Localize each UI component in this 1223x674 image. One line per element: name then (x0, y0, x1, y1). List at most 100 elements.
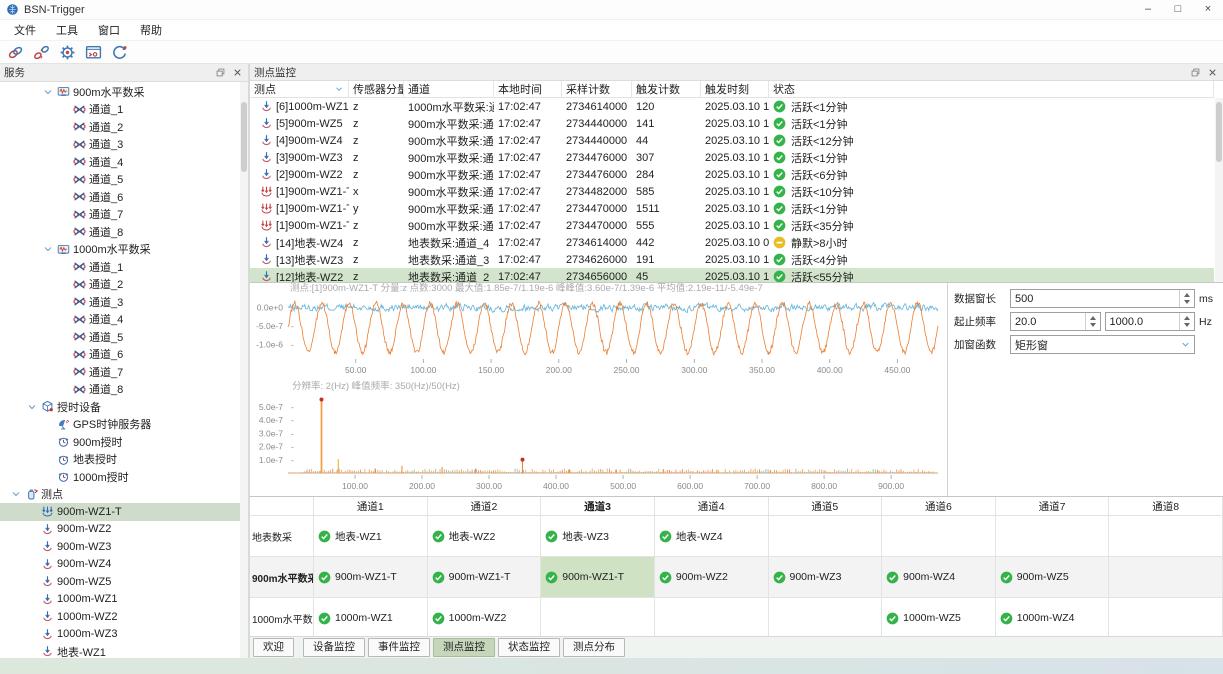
tree-item-通道_1[interactable]: 通道_1 (0, 258, 248, 276)
spinner-buttons[interactable] (1179, 290, 1194, 307)
column-header-通道[interactable]: 通道 (404, 81, 494, 97)
close-panel-icon[interactable] (1206, 67, 1219, 78)
grid-cell-地表-WZ1[interactable]: 地表-WZ1 (314, 516, 428, 557)
expander-icon[interactable] (10, 488, 22, 500)
minimize-button[interactable]: – (1133, 0, 1163, 19)
tree-item-1000m授时[interactable]: 1000m授时 (0, 468, 248, 486)
grid-row-label-1000m水平数采[interactable]: 1000m水平数采 (250, 598, 314, 637)
tab-状态监控[interactable]: 状态监控 (498, 638, 560, 657)
table-row-[14]地表-WZ4-z[interactable]: [14]地表-WZ4z地表数采:通道_417:02:47273461400044… (250, 234, 1214, 251)
tree-item-地表-WZ1[interactable]: 地表-WZ1 (0, 643, 248, 658)
tree-item-900m-WZ1-T[interactable]: 900m-WZ1-T (0, 503, 248, 521)
settings-icon[interactable] (59, 44, 76, 61)
grid-cell-900m-WZ2[interactable]: 900m-WZ2 (655, 557, 769, 598)
tree-item-通道_3[interactable]: 通道_3 (0, 136, 248, 154)
column-header-采样计数[interactable]: 采样计数 (562, 81, 632, 97)
tab-事件监控[interactable]: 事件监控 (368, 638, 430, 657)
tree-item-通道_5[interactable]: 通道_5 (0, 328, 248, 346)
tab-测点分布[interactable]: 测点分布 (563, 638, 625, 657)
tree-item-通道_6[interactable]: 通道_6 (0, 188, 248, 206)
grid-cell-地表-WZ3[interactable]: 地表-WZ3 (541, 516, 655, 557)
grid-col-header-通道5[interactable]: 通道5 (769, 497, 883, 516)
tree-item-授时设备[interactable]: 授时设备 (0, 398, 248, 416)
grid-cell-900m-WZ1-T[interactable]: 900m-WZ1-T (314, 557, 428, 598)
table-scrollbar[interactable] (1215, 98, 1223, 282)
window-fn-select[interactable]: 矩形窗 (1010, 335, 1195, 354)
tab-测点监控[interactable]: 测点监控 (433, 638, 495, 657)
grid-cell-900m-WZ4[interactable]: 900m-WZ4 (882, 557, 996, 598)
grid-cell-地表-WZ2[interactable]: 地表-WZ2 (428, 516, 542, 557)
grid-cell-900m-WZ1-T[interactable]: 900m-WZ1-T (428, 557, 542, 598)
tree-item-测点[interactable]: 测点 (0, 486, 248, 504)
tree-item-通道_7[interactable]: 通道_7 (0, 206, 248, 224)
table-row-[3]900m-WZ3-z[interactable]: [3]900m-WZ3z900m水平数采:通道_517:02:472734476… (250, 149, 1214, 166)
column-header-触发时刻[interactable]: 触发时刻 (701, 81, 769, 97)
column-header-触发计数[interactable]: 触发计数 (632, 81, 701, 97)
table-row-[6]1000m-WZ1-z[interactable]: [6]1000m-WZ1z1000m水平数采:通道_117:02:4727346… (250, 98, 1214, 115)
grid-col-header-通道2[interactable]: 通道2 (428, 497, 542, 516)
column-header-传感器分量[interactable]: 传感器分量 (349, 81, 404, 97)
tree-item-1000m-WZ3[interactable]: 1000m-WZ3 (0, 626, 248, 644)
spinner-buttons[interactable] (1179, 313, 1194, 330)
tree-item-1000m水平数采[interactable]: 1000m水平数采 (0, 241, 248, 259)
grid-cell-1000m-WZ4[interactable]: 1000m-WZ4 (996, 598, 1110, 637)
table-row-[1]900m-WZ1-T-z[interactable]: [1]900m-WZ1-Tz900m水平数采:通道_317:02:4727344… (250, 217, 1214, 234)
menu-item-2[interactable]: 窗口 (88, 20, 130, 40)
tree-item-900m水平数采[interactable]: 900m水平数采 (0, 83, 248, 101)
console-icon[interactable] (85, 44, 102, 61)
disconnect-icon[interactable] (33, 44, 50, 61)
grid-cell-900m-WZ5[interactable]: 900m-WZ5 (996, 557, 1110, 598)
tree-item-地表授时[interactable]: 地表授时 (0, 451, 248, 469)
table-row-[4]900m-WZ4-z[interactable]: [4]900m-WZ4z900m水平数采:通道_617:02:472734440… (250, 132, 1214, 149)
expander-icon[interactable] (42, 243, 54, 255)
tree-item-通道_4[interactable]: 通道_4 (0, 153, 248, 171)
column-header-状态[interactable]: 状态 (769, 81, 1214, 97)
float-panel-icon[interactable] (214, 67, 227, 78)
expander-icon[interactable] (26, 401, 38, 413)
refresh-icon[interactable] (111, 44, 128, 61)
tree-scrollbar[interactable] (240, 82, 248, 658)
grid-cell-1000m-WZ5[interactable]: 1000m-WZ5 (882, 598, 996, 637)
grid-col-header-通道3[interactable]: 通道3 (541, 497, 655, 516)
spinner-buttons[interactable] (1085, 313, 1100, 330)
close-button[interactable]: × (1193, 0, 1223, 19)
tree-item-通道_5[interactable]: 通道_5 (0, 171, 248, 189)
table-row-[13]地表-WZ3-z[interactable]: [13]地表-WZ3z地表数采:通道_317:02:47273462600019… (250, 251, 1214, 268)
tree-item-通道_4[interactable]: 通道_4 (0, 311, 248, 329)
grid-col-header-通道4[interactable]: 通道4 (655, 497, 769, 516)
window-length-input[interactable]: 500 (1010, 289, 1195, 308)
tree-item-900m-WZ4[interactable]: 900m-WZ4 (0, 556, 248, 574)
tree-item-通道_1[interactable]: 通道_1 (0, 101, 248, 119)
grid-col-header-通道1[interactable]: 通道1 (314, 497, 428, 516)
grid-row-label-900m水平数采[interactable]: 900m水平数采 (250, 557, 314, 598)
float-panel-icon[interactable] (1189, 67, 1202, 78)
table-row-[12]地表-WZ2-z[interactable]: [12]地表-WZ2z地表数采:通道_217:02:47273465600045… (250, 268, 1214, 283)
column-header-本地时间[interactable]: 本地时间 (494, 81, 562, 97)
tree-item-GPS时钟服务器[interactable]: GPS时钟服务器 (0, 416, 248, 434)
tree-item-通道_6[interactable]: 通道_6 (0, 346, 248, 364)
expander-icon[interactable] (42, 86, 54, 98)
table-row-[2]900m-WZ2-z[interactable]: [2]900m-WZ2z900m水平数采:通道_417:02:472734476… (250, 166, 1214, 183)
tree-item-通道_3[interactable]: 通道_3 (0, 293, 248, 311)
menu-item-3[interactable]: 帮助 (130, 20, 172, 40)
tree-item-通道_8[interactable]: 通道_8 (0, 381, 248, 399)
tree-item-通道_8[interactable]: 通道_8 (0, 223, 248, 241)
waveform-chart[interactable]: 0.0e+0--5.0e-7--1.0e-6-50.00100.00150.00… (250, 295, 947, 381)
grid-cell-地表-WZ4[interactable]: 地表-WZ4 (655, 516, 769, 557)
tree-item-900m-WZ5[interactable]: 900m-WZ5 (0, 573, 248, 591)
tree-item-900m-WZ3[interactable]: 900m-WZ3 (0, 538, 248, 556)
close-panel-icon[interactable] (231, 67, 244, 78)
tree-item-900m授时[interactable]: 900m授时 (0, 433, 248, 451)
table-row-[5]900m-WZ5-z[interactable]: [5]900m-WZ5z900m水平数采:通道_717:02:472734440… (250, 115, 1214, 132)
tree-item-通道_2[interactable]: 通道_2 (0, 276, 248, 294)
grid-cell-1000m-WZ2[interactable]: 1000m-WZ2 (428, 598, 542, 637)
spectrum-chart[interactable]: 5.0e-7-4.0e-7-3.0e-7-2.0e-7-1.0e-7-100.0… (250, 393, 947, 496)
grid-col-header-通道8[interactable]: 通道8 (1109, 497, 1223, 516)
freq-from-input[interactable]: 20.0 (1010, 312, 1101, 331)
tree-item-900m-WZ2[interactable]: 900m-WZ2 (0, 521, 248, 539)
grid-cell-900m-WZ1-T[interactable]: 900m-WZ1-T (541, 557, 655, 598)
table-row-[1]900m-WZ1-T-y[interactable]: [1]900m-WZ1-Ty900m水平数采:通道_217:02:4727344… (250, 200, 1214, 217)
tab-欢迎[interactable]: 欢迎 (253, 638, 294, 657)
maximize-button[interactable]: □ (1163, 0, 1193, 19)
tab-设备监控[interactable]: 设备监控 (303, 638, 365, 657)
